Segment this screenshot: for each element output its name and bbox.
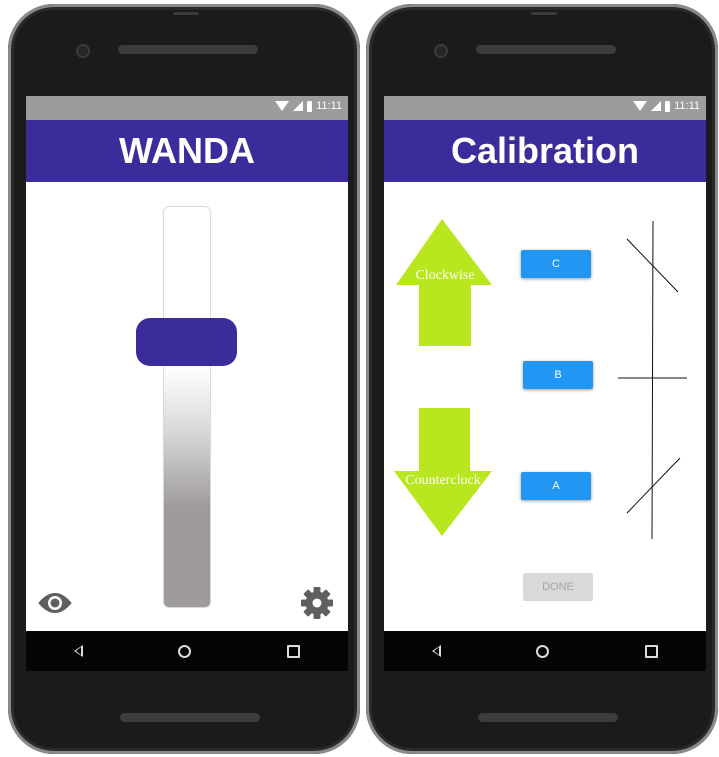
home-icon[interactable] <box>178 644 192 658</box>
calibration-screen: 11:11 Calibration Clockwise Counterclock… <box>384 96 706 671</box>
calibrate-b-button[interactable]: B <box>523 361 593 389</box>
phone-right: 11:11 Calibration Clockwise Counterclock… <box>366 4 718 754</box>
nav-bar <box>26 631 348 671</box>
home-icon[interactable] <box>536 644 550 658</box>
back-icon[interactable] <box>73 645 83 657</box>
vertical-reference-line <box>651 220 654 540</box>
wifi-icon <box>275 101 290 111</box>
app-title: WANDA <box>26 120 348 182</box>
clockwise-label: Clockwise <box>415 268 474 283</box>
signal-icon <box>293 101 304 111</box>
phone-speaker-bottom <box>478 713 618 722</box>
calibrate-c-button[interactable]: C <box>521 250 591 278</box>
gear-icon[interactable] <box>300 586 334 620</box>
front-camera <box>434 44 448 58</box>
status-time: 11:11 <box>316 100 342 112</box>
slider-thumb[interactable] <box>136 318 237 366</box>
diagonal-line-a <box>626 457 681 514</box>
battery-icon <box>307 100 313 112</box>
slider-screen: 11:11 WANDA <box>26 96 348 671</box>
phone-speaker <box>476 45 616 54</box>
slider-track[interactable] <box>163 206 211 608</box>
phone-mic <box>531 12 557 15</box>
counterclock-arrow[interactable] <box>394 408 492 536</box>
recents-icon[interactable] <box>645 644 659 658</box>
status-bar: 11:11 <box>26 96 348 120</box>
phone-speaker <box>118 45 258 54</box>
calibrate-a-button[interactable]: A <box>521 472 591 500</box>
eye-icon[interactable] <box>37 592 73 614</box>
phone-left: 11:11 WANDA <box>8 4 360 754</box>
recents-icon[interactable] <box>287 644 301 658</box>
back-icon[interactable] <box>431 645 441 657</box>
front-camera <box>76 44 90 58</box>
done-button[interactable]: DONE <box>523 573 593 601</box>
phone-mic <box>173 12 199 15</box>
nav-bar <box>384 631 706 671</box>
phone-speaker-bottom <box>120 713 260 722</box>
counterclock-label: Counterclock <box>405 473 480 488</box>
